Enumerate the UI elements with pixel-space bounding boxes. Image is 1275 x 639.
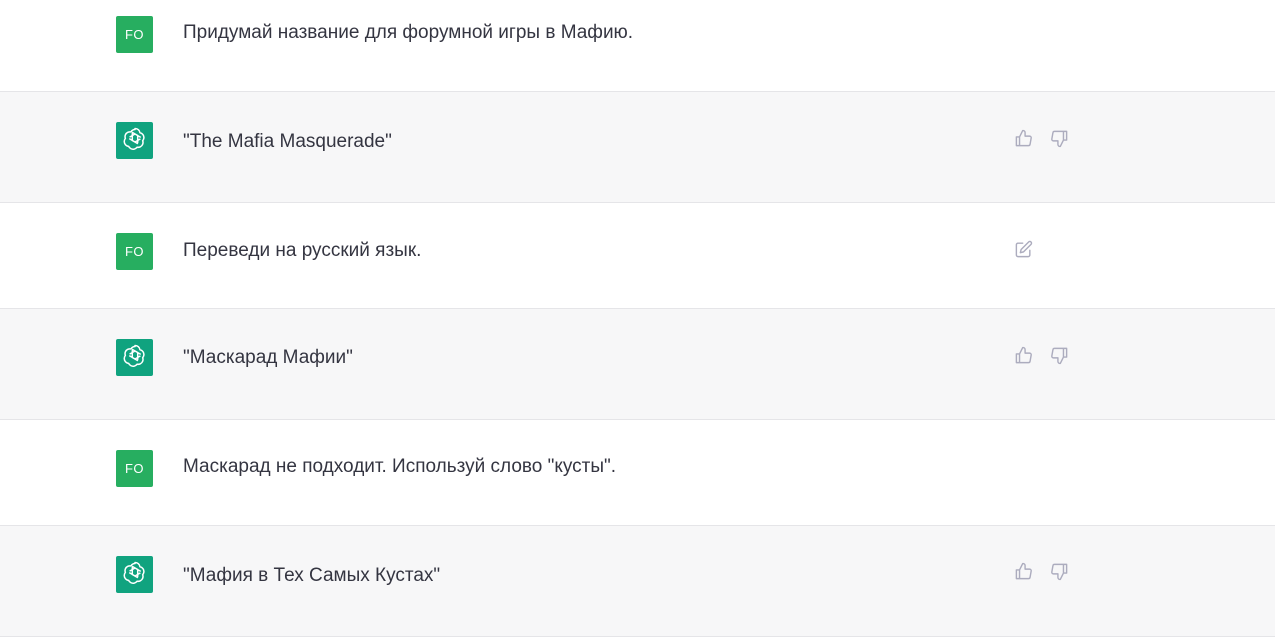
message-text: "Мафия в Тех Самых Кустах": [183, 565, 441, 586]
openai-logo-icon: [122, 342, 148, 373]
message-actions: [1013, 345, 1069, 365]
assistant-avatar: [116, 339, 153, 376]
assistant-message: "The Mafia Masquerade": [0, 92, 1275, 203]
message-actions: [1013, 561, 1069, 581]
thumbs-down-icon[interactable]: [1049, 561, 1069, 581]
thumbs-up-icon[interactable]: [1013, 561, 1033, 581]
thumbs-down-icon[interactable]: [1049, 128, 1069, 148]
thumbs-up-icon[interactable]: [1013, 345, 1033, 365]
message-text: "Маскарад Мафии": [183, 347, 353, 368]
user-avatar-initials: FO: [124, 461, 145, 476]
message-actions: [1013, 128, 1069, 148]
edit-icon[interactable]: [1013, 239, 1033, 259]
assistant-message: "Мафия в Тех Самых Кустах": [0, 526, 1275, 637]
user-avatar-initials: FO: [124, 27, 145, 42]
message-text: "The Mafia Masquerade": [183, 131, 392, 152]
assistant-message: "Маскарад Мафии": [0, 309, 1275, 420]
user-message: FO Переведи на русский язык.: [0, 203, 1275, 309]
openai-logo-icon: [122, 125, 148, 156]
thumbs-down-icon[interactable]: [1049, 345, 1069, 365]
user-message: FO Маскарад не подходит. Используй слово…: [0, 420, 1275, 526]
user-avatar: FO: [116, 16, 153, 53]
assistant-avatar: [116, 122, 153, 159]
thumbs-up-icon[interactable]: [1013, 128, 1033, 148]
chat-thread: FO Придумай название для форумной игры в…: [0, 0, 1275, 639]
user-avatar-initials: FO: [124, 244, 145, 259]
message-text: Маскарад не подходит. Используй слово "к…: [183, 456, 617, 477]
message-actions: [1013, 239, 1033, 259]
user-avatar: FO: [116, 233, 153, 270]
user-message: FO Придумай название для форумной игры в…: [0, 0, 1275, 92]
message-text: Придумай название для форумной игры в Ма…: [183, 22, 634, 43]
user-avatar: FO: [116, 450, 153, 487]
openai-logo-icon: [122, 559, 148, 590]
assistant-avatar: [116, 556, 153, 593]
message-text: Переведи на русский язык.: [183, 240, 422, 261]
